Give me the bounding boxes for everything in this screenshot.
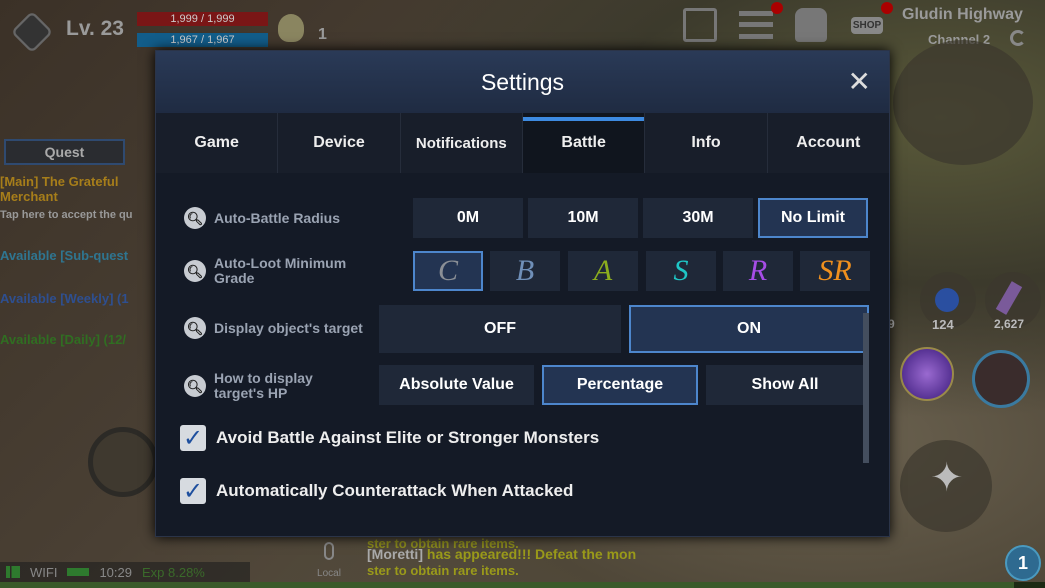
checkbox-label: Avoid Battle Against Elite or Stronger M… [216, 428, 600, 447]
radius-no-limit-button[interactable]: No Limit [758, 198, 868, 238]
tab-notifications[interactable]: Notifications [401, 113, 523, 173]
rank-count: 1 [318, 26, 327, 43]
exp-bar [0, 582, 1045, 588]
joystick[interactable] [88, 427, 158, 497]
magnifier-icon[interactable]: 🔍︎ [184, 260, 206, 282]
dialog-title: Settings [480, 69, 565, 95]
clock: 10:29 [99, 564, 132, 580]
hp-absolute-button[interactable]: Absolute Value [379, 365, 534, 405]
grade-s-button[interactable]: S [646, 251, 716, 291]
quest-main[interactable]: [Main] The Grateful Merchant [0, 174, 160, 204]
chat-text: has appeared!!! Defeat the mon [423, 546, 637, 562]
radius-30m-button[interactable]: 30M [643, 198, 753, 238]
quest-tab[interactable]: Quest [4, 139, 125, 165]
scroll-count: 2,627 [994, 317, 1025, 331]
scrollbar[interactable] [863, 313, 869, 463]
radius-0m-button[interactable]: 0M [413, 198, 523, 238]
checkmark-icon: ✓ [180, 425, 206, 452]
hp-bar: 1,999 / 1,999 [137, 12, 268, 26]
tab-battle[interactable]: Battle [522, 113, 646, 173]
change-channel-icon[interactable] [1010, 30, 1026, 46]
dialog-header: Settings ✕ [156, 51, 889, 113]
mp-bar: 1,967 / 1,967 [137, 33, 268, 47]
potion-count: 124 [932, 317, 954, 332]
notification-badge[interactable]: 1 [1005, 545, 1041, 581]
chat-sender: [Moretti] [367, 546, 423, 562]
chat-channel: Local [317, 568, 341, 579]
voice-chat-button[interactable]: Local [312, 540, 346, 580]
tab-game[interactable]: Game [156, 113, 279, 173]
magnifier-icon[interactable]: 🔍︎ [184, 207, 206, 229]
quest-main-hint: Tap here to accept the qu [0, 209, 133, 221]
quest-log-icon[interactable] [683, 8, 717, 42]
checkbox-label: Automatically Counterattack When Attacke… [216, 481, 574, 500]
grade-sr-button[interactable]: SR [800, 251, 870, 291]
settings-dialog: Settings ✕ Game Device Notifications Bat… [155, 50, 890, 537]
attack-icon: ✦ [930, 456, 964, 500]
shop-label: SHOP [850, 16, 884, 34]
mp-potion-icon [935, 288, 959, 312]
close-icon[interactable]: ✕ [848, 65, 871, 98]
hp-percentage-button[interactable]: Percentage [542, 365, 698, 405]
chat-message[interactable]: [Moretti] has appeared!!! Defeat the mon… [367, 546, 636, 579]
label-text: Auto-Battle Radius [214, 209, 340, 226]
rank-icon [278, 14, 304, 42]
exp-label: Exp 8.28% [141, 564, 205, 580]
auto-loot-label: 🔍︎ Auto-Loot Minimum Grade [184, 256, 379, 286]
magnifier-icon[interactable]: 🔍︎ [184, 317, 206, 339]
signal-icon [6, 566, 20, 578]
minimap[interactable] [893, 40, 1033, 165]
quest-sub[interactable]: Available [Sub-quest [0, 248, 160, 263]
hp-display-label: 🔍︎ How to display target's HP [184, 371, 329, 401]
locked-skill-icon[interactable] [972, 350, 1030, 408]
label-text: How to display target's HP [214, 370, 313, 401]
shop-icon[interactable]: SHOP [849, 2, 893, 42]
grade-r-button[interactable]: R [723, 251, 793, 291]
grade-c-button[interactable]: C [413, 251, 483, 291]
checkmark-icon: ✓ [180, 478, 206, 505]
skill-slot-icon[interactable] [900, 347, 954, 401]
avoid-elite-checkbox[interactable]: ✓ Avoid Battle Against Elite or Stronger … [180, 425, 600, 452]
bag-icon[interactable] [795, 8, 827, 42]
status-bar: WIFI 10:29 Exp 8.28% [0, 562, 250, 582]
label-text: Auto-Loot Minimum Grade [214, 255, 347, 286]
zone-name: Gludin Highway [902, 6, 1023, 23]
display-target-label: 🔍︎ Display object's target [184, 317, 363, 339]
grade-a-button[interactable]: A [568, 251, 638, 291]
top-menu: SHOP [683, 2, 893, 42]
menu-icon[interactable] [739, 2, 783, 42]
hp-show-all-button[interactable]: Show All [706, 365, 864, 405]
radius-10m-button[interactable]: 10M [528, 198, 638, 238]
label-text: Display object's target [214, 319, 363, 336]
quest-weekly[interactable]: Available [Weekly] (1 [0, 291, 160, 306]
display-target-on-button[interactable]: ON [629, 305, 869, 353]
display-target-off-button[interactable]: OFF [379, 305, 621, 353]
player-level: Lv. 23 [66, 17, 124, 40]
chat-text-2: ster to obtain rare items. [367, 563, 519, 578]
tab-info[interactable]: Info [645, 113, 768, 173]
auto-counterattack-checkbox[interactable]: ✓ Automatically Counterattack When Attack… [180, 478, 574, 505]
settings-tabs: Game Device Notifications Battle Info Ac… [156, 113, 889, 173]
microphone-icon [324, 542, 334, 560]
tab-account[interactable]: Account [768, 113, 889, 173]
grade-b-button[interactable]: B [490, 251, 560, 291]
magnifier-icon[interactable]: 🔍︎ [184, 375, 206, 397]
quest-daily[interactable]: Available [Daily] (12/ [0, 332, 160, 347]
tab-device[interactable]: Device [278, 113, 401, 173]
auto-battle-radius-label: 🔍︎ Auto-Battle Radius [184, 207, 340, 229]
battery-icon [67, 568, 90, 576]
network-label: WIFI [30, 564, 58, 580]
